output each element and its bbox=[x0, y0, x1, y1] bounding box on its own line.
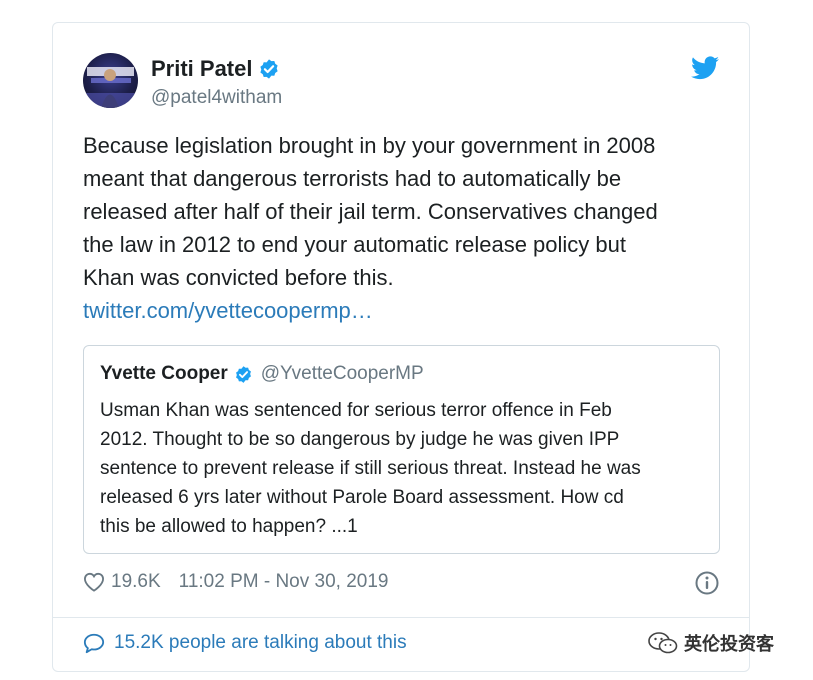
quoted-author-name: Yvette Cooper bbox=[100, 363, 228, 384]
watermark-text: 英伦投资客 bbox=[684, 634, 774, 655]
tweet-body: Because legislation brought in by your g… bbox=[83, 129, 723, 327]
footer-divider bbox=[53, 617, 749, 618]
author-display-name[interactable]: Priti Patel bbox=[151, 56, 252, 82]
conversation-link[interactable]: 15.2K people are talking about this bbox=[83, 632, 407, 654]
info-icon[interactable] bbox=[695, 571, 719, 595]
quoted-tweet-header: Yvette Cooper @YvetteCooperMP bbox=[100, 363, 424, 385]
quoted-text-line: released 6 yrs later without Parole Boar… bbox=[100, 487, 624, 508]
author-name-row: Priti Patel bbox=[151, 56, 280, 82]
author-handle[interactable]: @patel4witham bbox=[151, 87, 282, 109]
quoted-tweet-body: Usman Khan was sentenced for serious ter… bbox=[100, 396, 710, 541]
speech-bubble-icon bbox=[83, 633, 105, 654]
talking-count-text[interactable]: 15.2K people are talking about this bbox=[114, 632, 407, 654]
author-avatar[interactable] bbox=[83, 53, 138, 108]
quoted-text-line: Usman Khan was sentenced for serious ter… bbox=[100, 400, 612, 421]
tweet-card: Priti Patel @patel4witham Because legisl… bbox=[52, 22, 750, 672]
tweet-text-line: meant that dangerous terrorists had to a… bbox=[83, 166, 622, 191]
like-count[interactable]: 19.6K bbox=[111, 571, 161, 593]
tweet-text-line: the law in 2012 to end your automatic re… bbox=[83, 232, 626, 257]
quoted-author-handle: @YvetteCooperMP bbox=[260, 363, 424, 384]
tweet-text-line: Khan was convicted before this. bbox=[83, 265, 394, 290]
verified-badge-icon bbox=[235, 365, 251, 383]
quoted-tweet[interactable]: Yvette Cooper @YvetteCooperMP Usman Khan… bbox=[83, 345, 720, 554]
wechat-icon bbox=[648, 632, 678, 654]
heart-icon[interactable] bbox=[83, 572, 105, 592]
verified-badge-icon bbox=[260, 59, 279, 79]
quoted-text-line: sentence to prevent release if still ser… bbox=[100, 458, 641, 479]
quoted-text-line: 2012. Thought to be so dangerous by judg… bbox=[100, 429, 620, 450]
tweet-link[interactable]: twitter.com/yvettecoopermp… bbox=[83, 294, 723, 327]
tweet-text-line: released after half of their jail term. … bbox=[83, 199, 658, 224]
tweet-text-line: Because legislation brought in by your g… bbox=[83, 133, 656, 158]
watermark: 英伦投资客 bbox=[648, 630, 774, 656]
quoted-text-line: this be allowed to happen? ...1 bbox=[100, 516, 358, 537]
twitter-bird-icon[interactable] bbox=[691, 56, 719, 80]
tweet-meta: 19.6K 11:02 PM - Nov 30, 2019 bbox=[83, 571, 388, 593]
tweet-timestamp[interactable]: 11:02 PM - Nov 30, 2019 bbox=[179, 571, 389, 593]
